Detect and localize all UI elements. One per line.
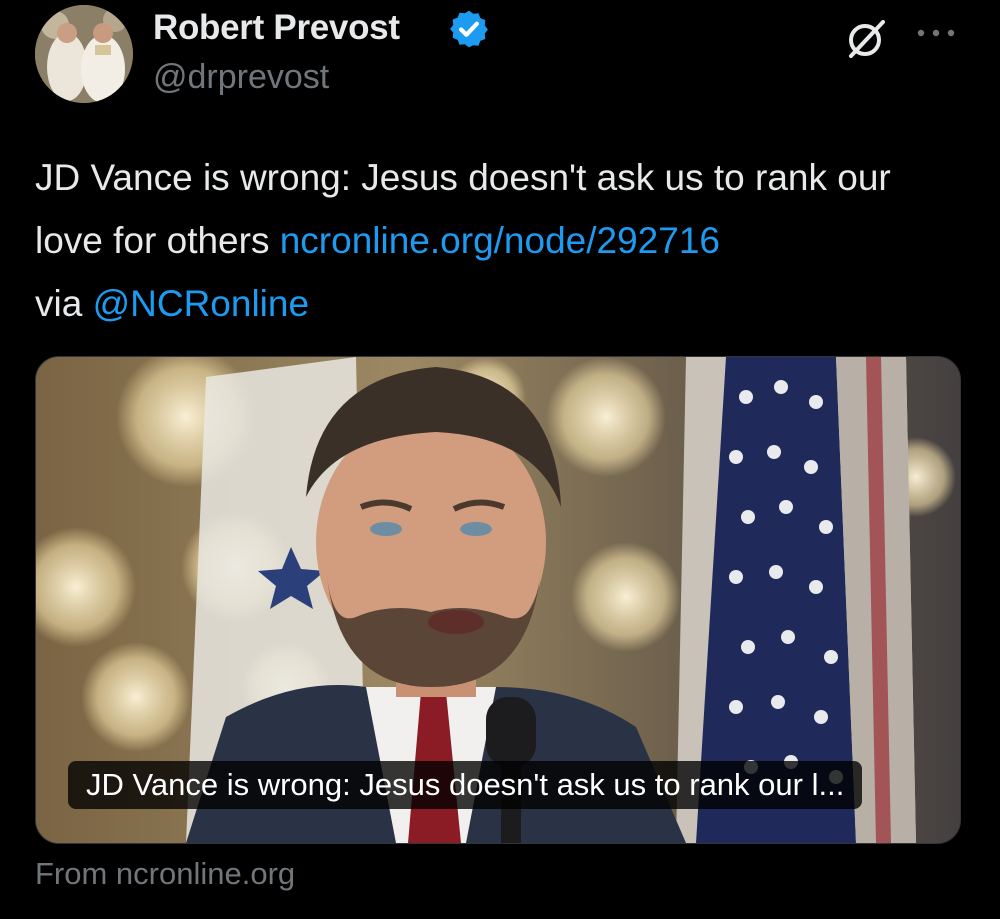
- verified-badge-icon: [450, 10, 488, 48]
- grok-icon[interactable]: [843, 16, 889, 62]
- avatar[interactable]: [35, 5, 133, 103]
- display-name[interactable]: Robert Prevost: [153, 8, 400, 48]
- tweet-text: JD Vance is wrong: Jesus doesn't ask us …: [35, 146, 955, 335]
- card-source[interactable]: From ncronline.org: [35, 856, 295, 892]
- via-label: via: [35, 283, 93, 324]
- card-caption: JD Vance is wrong: Jesus doesn't ask us …: [68, 761, 863, 809]
- tweet-link[interactable]: ncronline.org/node/292716: [280, 220, 720, 261]
- mention-link[interactable]: @NCRonline: [93, 283, 309, 324]
- user-handle[interactable]: @drprevost: [153, 58, 329, 97]
- more-options-icon[interactable]: [915, 26, 957, 40]
- avatar-image: [35, 5, 133, 103]
- link-preview-card[interactable]: JD Vance is wrong: Jesus doesn't ask us …: [35, 356, 961, 844]
